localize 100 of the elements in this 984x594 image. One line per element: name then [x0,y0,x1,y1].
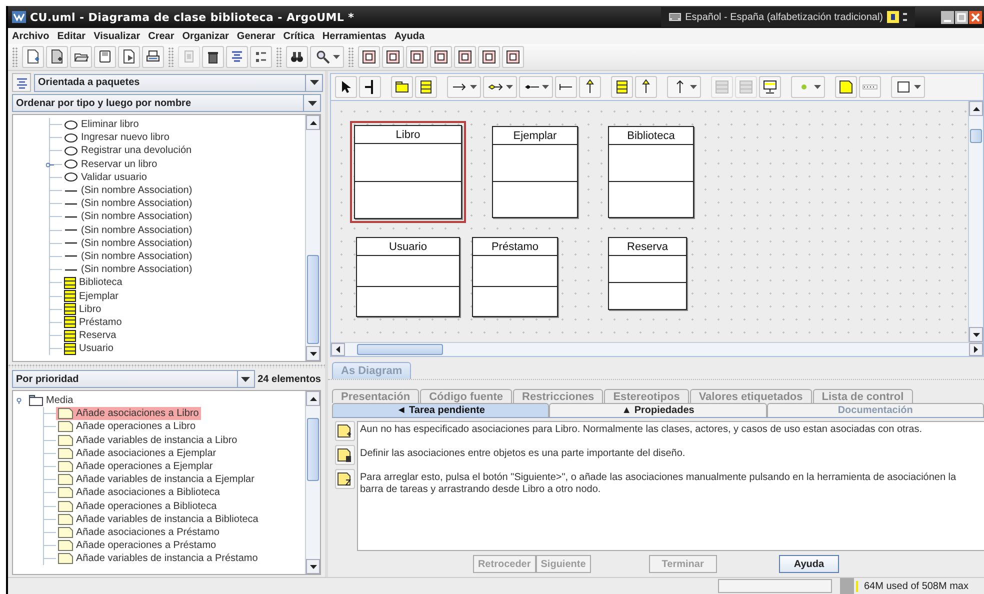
toolbar-button[interactable] [335,445,355,465]
menu-item[interactable]: Editar [57,30,86,42]
toolbar-button[interactable] [359,76,381,98]
toolbar-button[interactable] [286,46,308,68]
tree-item[interactable]: Ingresar nuevo libro [62,131,172,144]
todo-item[interactable]: Añade asociaciones a Libro [56,407,201,420]
toolbar-button[interactable] [447,76,481,98]
tree-item[interactable]: Ejemplar [62,290,120,303]
todo-item[interactable]: Añade asociaciones a Ejemplar [56,446,218,460]
toolbar-button[interactable] [454,46,476,68]
menu-item[interactable]: Archivo [12,30,50,42]
todo-item[interactable]: Añade variables de instancia a Ejemplar [56,473,256,486]
toolbar-button[interactable] [555,76,577,98]
toolbar-button[interactable] [502,46,524,68]
panel-tab[interactable]: ▲ Propiedades [549,403,767,417]
toolbar-button[interactable] [335,76,357,98]
toolbar-button[interactable] [667,76,701,98]
scrollbar-thumb[interactable] [970,128,982,144]
tree-item[interactable]: Libro [62,302,104,316]
perspective-dropdown[interactable]: Orientada a paquetes [34,74,323,92]
toolbar-button[interactable] [391,76,413,98]
tree-item[interactable]: (Sin nombre Association) [62,210,194,224]
toolbar-button[interactable] [519,76,553,98]
menu-item[interactable]: Ayuda [394,30,425,42]
perspective-button[interactable] [12,73,31,92]
minimize-icon[interactable] [941,10,954,24]
expand-handle-icon[interactable] [46,162,54,168]
class-icon [614,79,630,95]
tree-item[interactable]: Media [27,394,76,408]
toolbar-button[interactable] [415,76,437,98]
horizontal-scrollbar[interactable] [331,342,983,356]
tree-item[interactable]: Biblioteca [62,276,124,290]
toolbar-button[interactable] [22,46,44,68]
tree-item[interactable]: Reserva [62,329,118,342]
tree-item[interactable]: Eliminar libro [62,118,141,132]
priority-dropdown[interactable]: Por prioridad [12,370,255,388]
menu-item[interactable]: Crear [148,30,174,42]
toolbar-button[interactable] [406,46,428,68]
order-dropdown[interactable]: Ordenar por tipo y luego por nombre [12,94,321,112]
toolbar-button[interactable] [226,46,248,68]
tree-item[interactable]: Validar usuario [62,170,149,184]
scrollbar-thumb[interactable] [357,344,443,355]
menu-item[interactable]: Generar [236,30,276,42]
toolbar-button[interactable] [891,76,925,98]
tree-item[interactable]: (Sin nombre Association) [62,236,194,250]
vertical-scrollbar[interactable] [968,101,983,342]
toolbar-button[interactable] [46,46,68,68]
todo-item[interactable]: Añade operaciones a Libro [56,420,198,434]
toolbar-button[interactable] [759,76,781,98]
todo-item[interactable]: Añade variables de instancia a Libro [56,434,240,447]
tree-item[interactable]: Reservar un libro [62,158,160,171]
close-icon[interactable] [969,10,982,24]
toolbar-button[interactable] [382,46,404,68]
toolbar-button[interactable] [250,46,272,68]
toolbar-button[interactable] [94,46,116,68]
todo-item[interactable]: Añade operaciones a Ejemplar [56,460,215,474]
todo-item[interactable]: Añade variables de instancia a Biblioteca [56,512,260,526]
diagram-icon [385,49,401,65]
toolbar-button[interactable] [611,76,633,98]
toolbar-button[interactable] [358,46,380,68]
vertical-scrollbar[interactable] [305,115,320,361]
toolbar-button[interactable] [310,46,344,68]
panel-tab[interactable]: ◄ Tarea pendiente [332,403,550,417]
tree-item[interactable]: (Sin nombre Association) [62,224,194,237]
toolbar-button[interactable] [579,76,601,98]
todo-item[interactable]: Añade variables de instancia a Préstamo [56,552,260,566]
menu-item[interactable]: Crítica [283,30,314,42]
scrollbar-thumb[interactable] [307,418,319,482]
toolbar-button[interactable] [430,46,452,68]
todo-item[interactable]: Añade asociaciones a Préstamo [56,526,222,539]
todo-item[interactable]: Añade asociaciones a Biblioteca [56,486,222,500]
tree-item[interactable]: Préstamo [62,316,124,329]
tree-item[interactable]: Registrar una devolución [62,144,194,158]
class-node[interactable]: Libro [350,121,466,223]
menu-item[interactable]: Herramientas [322,30,386,42]
caret-icon [310,80,318,85]
menu-item[interactable]: Organizar [182,30,229,42]
tree-item[interactable]: (Sin nombre Association) [62,197,194,210]
toolbar-button[interactable] [635,76,657,98]
tree-item[interactable]: Usuario [62,342,116,356]
todo-item[interactable]: Añade operaciones a Biblioteca [56,500,219,513]
toolbar-button[interactable] [335,469,355,489]
toolbar-button[interactable] [835,76,857,98]
maximize-icon[interactable] [955,10,968,24]
vertical-scrollbar[interactable] [305,391,320,574]
toolbar-button[interactable] [478,46,500,68]
menu-item[interactable]: Visualizar [94,30,140,42]
tree-item[interactable]: (Sin nombre Association) [62,250,194,263]
collapse-handle-icon[interactable] [16,398,24,404]
toolbar-button[interactable] [202,46,224,68]
scrollbar-thumb[interactable] [307,255,319,344]
toolbar-button[interactable] [70,46,92,68]
wizard-button[interactable]: Ayuda [778,555,840,573]
toolbar-button[interactable] [483,76,517,98]
toolbar-button[interactable] [142,46,164,68]
toolbar-button[interactable] [335,421,355,441]
todo-item[interactable]: Añade operaciones a Préstamo [56,539,218,552]
tree-item[interactable]: (Sin nombre Association) [62,184,194,198]
toolbar-button[interactable] [118,46,140,68]
tree-item[interactable]: (Sin nombre Association) [62,263,194,276]
